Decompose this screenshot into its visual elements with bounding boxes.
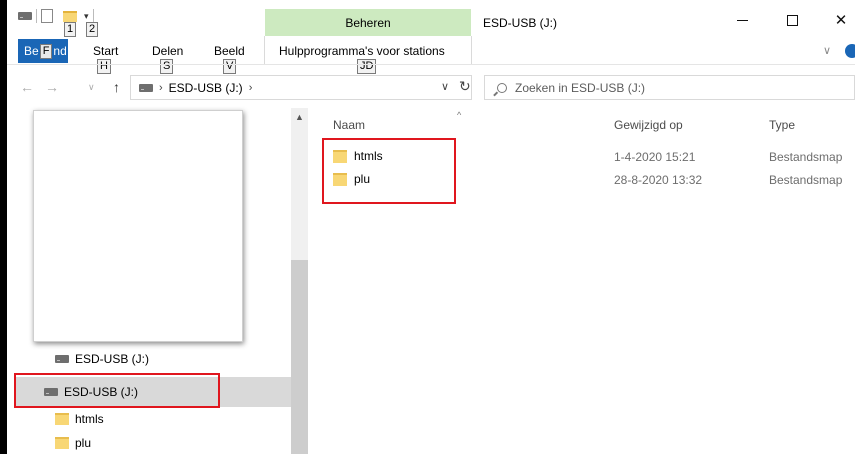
address-dropdown-button[interactable]: ∨ <box>441 80 449 93</box>
file-modified: 1-4-2020 15:21 <box>614 150 696 164</box>
close-button[interactable]: ✕ <box>829 10 853 30</box>
sort-indicator: ^ <box>457 110 462 120</box>
path-chevron[interactable]: › <box>249 82 253 94</box>
ribbon-divider <box>7 64 855 65</box>
nav-item-label: plu <box>75 436 92 450</box>
column-header-modified[interactable]: Gewijzigd op <box>614 118 683 132</box>
window-left-edge <box>0 0 7 454</box>
column-header-type[interactable]: Type <box>769 118 795 132</box>
customize-qat-button[interactable]: ▾ <box>84 11 89 22</box>
nav-item-drive[interactable]: ESD-USB (J:) <box>55 352 149 366</box>
quick-access-toolbar: ▾ <box>18 9 94 23</box>
refresh-button[interactable]: ↻ <box>459 78 471 95</box>
drive-icon <box>55 355 69 363</box>
breadcrumb[interactable]: ESD-USB (J:) <box>169 81 243 95</box>
highlight-box-files <box>322 138 456 204</box>
keytip-file: F <box>39 43 53 59</box>
minimize-icon <box>736 19 748 21</box>
maximize-icon <box>786 14 798 26</box>
recent-locations-button[interactable]: ∨ <box>88 82 95 93</box>
file-tab[interactable]: Be F nd <box>18 39 68 63</box>
separator <box>36 9 37 23</box>
file-type: Bestandsmap <box>769 150 843 164</box>
search-icon <box>497 82 507 93</box>
tab-view[interactable]: Beeld <box>214 44 245 58</box>
keytip-start: H <box>97 59 111 74</box>
minimize-button[interactable] <box>730 10 754 30</box>
keytip-share: S <box>160 59 174 74</box>
back-button[interactable]: ← <box>20 79 34 95</box>
help-icon[interactable] <box>845 44 855 58</box>
search-placeholder: Zoeken in ESD-USB (J:) <box>515 80 646 95</box>
drive-icon[interactable] <box>18 12 32 20</box>
keytip-drive-tools: JD <box>357 59 377 74</box>
address-bar[interactable]: › ESD-USB (J:) › <box>130 75 472 100</box>
path-separator[interactable]: › <box>159 82 163 94</box>
nav-item-folder-htmls[interactable]: htmls <box>55 412 104 426</box>
new-folder-icon[interactable] <box>63 10 77 22</box>
up-button[interactable]: ↑ <box>113 79 120 95</box>
maximize-button[interactable] <box>780 10 804 30</box>
file-tab-label-prefix: Be <box>24 44 39 58</box>
nav-item-label: ESD-USB (J:) <box>75 352 150 366</box>
manage-tab[interactable]: Beheren <box>265 9 471 36</box>
nav-pane-scroll-thumb[interactable] <box>291 260 308 454</box>
scroll-up-button[interactable]: ▲ <box>295 112 304 122</box>
keytip-view: V <box>223 59 237 74</box>
keytip-2: 2 <box>86 22 99 37</box>
tab-share[interactable]: Delen <box>152 44 183 58</box>
tab-drive-tools[interactable]: Hulpprogramma's voor stations <box>279 44 445 58</box>
file-tab-label-suffix: nd <box>53 44 67 58</box>
blank-overlay-panel <box>33 110 243 342</box>
drive-icon <box>139 83 153 92</box>
file-modified: 28-8-2020 13:32 <box>614 173 703 187</box>
folder-icon <box>55 437 69 449</box>
nav-item-label: htmls <box>75 412 104 426</box>
keytip-1: 1 <box>64 22 77 37</box>
forward-button[interactable]: → <box>45 79 59 95</box>
highlight-box-nav <box>14 373 220 408</box>
tab-start[interactable]: Start <box>93 44 118 58</box>
nav-item-folder-plu[interactable]: plu <box>55 436 91 450</box>
properties-icon[interactable] <box>41 9 53 23</box>
window-title: ESD-USB (J:) <box>483 16 558 30</box>
file-type: Bestandsmap <box>769 173 843 187</box>
search-input[interactable]: Zoeken in ESD-USB (J:) <box>484 75 855 100</box>
folder-icon <box>55 413 69 425</box>
column-header-name[interactable]: Naam <box>333 118 365 132</box>
expand-ribbon-button[interactable]: ∨ <box>823 44 831 57</box>
separator <box>92 9 94 23</box>
